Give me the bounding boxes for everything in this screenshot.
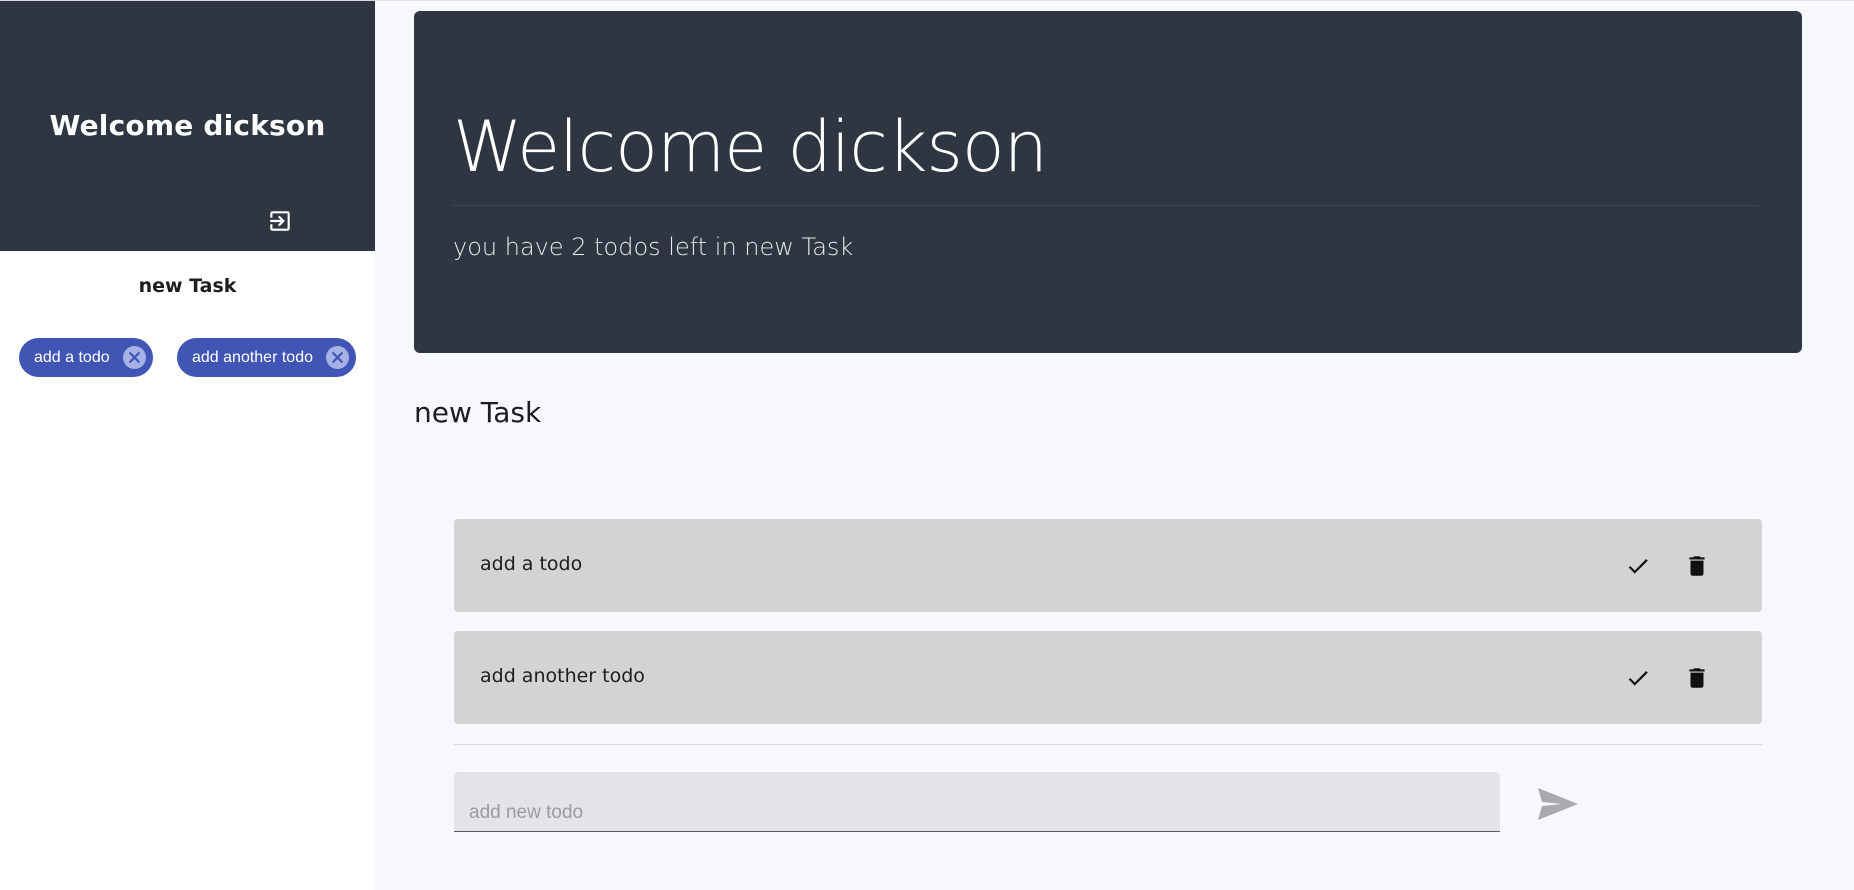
- trash-icon[interactable]: [1683, 663, 1711, 693]
- banner-title: Welcome dickson: [453, 106, 1048, 188]
- chip-label: add a todo: [34, 348, 110, 366]
- chip-label: add another todo: [192, 348, 313, 366]
- close-circle-icon[interactable]: [123, 346, 146, 369]
- trash-icon[interactable]: [1683, 551, 1711, 581]
- send-icon: [1538, 788, 1578, 820]
- logout-icon: [270, 211, 290, 231]
- sidebar: Welcome dickson new Task add a todo add …: [0, 0, 375, 890]
- app: Welcome dickson new Task add a todo add …: [0, 0, 1854, 890]
- sidebar-task-name[interactable]: new Task: [0, 275, 375, 297]
- todo-chip[interactable]: add a todo: [19, 338, 153, 377]
- todo-chip[interactable]: add another todo: [177, 338, 356, 377]
- main-content: Welcome dickson you have 2 todos left in…: [375, 0, 1854, 890]
- check-icon[interactable]: [1623, 552, 1653, 580]
- todo-item: add a todo: [454, 519, 1762, 612]
- todo-text: add another todo: [480, 665, 645, 687]
- send-button[interactable]: [1536, 786, 1580, 822]
- sidebar-welcome-title: Welcome dickson: [49, 109, 326, 142]
- banner-subtitle: you have 2 todos left in new Task: [453, 233, 854, 261]
- new-todo-input[interactable]: [454, 772, 1500, 832]
- todo-chips: add a todo add another todo: [0, 338, 375, 378]
- check-icon[interactable]: [1623, 664, 1653, 692]
- welcome-banner: Welcome dickson you have 2 todos left in…: [414, 11, 1802, 353]
- sidebar-header: Welcome dickson: [0, 0, 375, 251]
- list-divider: [454, 744, 1762, 745]
- logout-button[interactable]: [264, 205, 296, 237]
- close-circle-icon[interactable]: [326, 346, 349, 369]
- divider: [375, 0, 1854, 1]
- todo-list: add a todo add another todo: [454, 519, 1762, 743]
- task-heading: new Task: [414, 396, 542, 429]
- todo-text: add a todo: [480, 553, 583, 575]
- banner-divider: [453, 205, 1759, 206]
- todo-item: add another todo: [454, 631, 1762, 724]
